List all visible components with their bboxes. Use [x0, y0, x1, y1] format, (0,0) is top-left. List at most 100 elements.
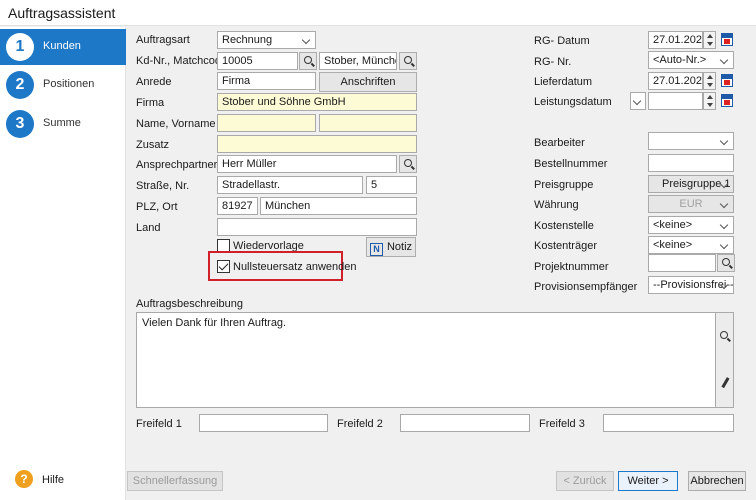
anrede-label: Anrede — [136, 76, 172, 88]
spin-down-icon — [707, 83, 713, 87]
rg-datum-field[interactable]: 27.01.2023 — [648, 31, 703, 49]
back-button[interactable]: < Zurück — [556, 471, 614, 491]
preisgruppe-select[interactable]: Preisgruppe 1 — [648, 175, 734, 193]
leistungsdatum-field[interactable] — [648, 92, 703, 110]
window-title: Auftragsassistent — [8, 5, 116, 21]
help-link[interactable]: Hilfe — [42, 474, 64, 486]
step-summe[interactable]: 3 Summe — [0, 106, 126, 142]
ort-field[interactable]: München — [260, 197, 417, 215]
bestellnummer-field[interactable] — [648, 154, 734, 172]
lieferdatum-field[interactable]: 27.01.2023 — [648, 72, 703, 90]
leistungsdatum-label: Leistungsdatum — [534, 96, 612, 108]
kostenstelle-label: Kostenstelle — [534, 220, 594, 232]
zusatz-field[interactable] — [217, 135, 417, 153]
step-label: Kunden — [43, 40, 81, 52]
next-button[interactable]: Weiter > — [618, 471, 678, 491]
step-kunden[interactable]: 1 Kunden — [0, 29, 126, 65]
spin-up-icon — [707, 95, 713, 99]
schnellerfassung-button[interactable]: Schnellerfassung — [127, 471, 223, 491]
projektnummer-search-button[interactable] — [717, 254, 735, 272]
spin-down-icon — [707, 103, 713, 107]
calendar-icon[interactable] — [720, 72, 734, 88]
step-label: Summe — [43, 117, 81, 129]
land-label: Land — [136, 222, 161, 234]
ansprechpartner-field[interactable]: Herr Müller — [217, 155, 397, 173]
step-number: 2 — [6, 71, 34, 99]
anschriften-button[interactable]: Anschriften — [319, 72, 417, 92]
search-icon — [304, 56, 312, 64]
spin-up-icon — [707, 34, 713, 38]
bestellnummer-label: Bestellnummer — [534, 158, 608, 170]
rg-nr-select[interactable]: <Auto-Nr.> — [648, 51, 734, 69]
firma-field[interactable]: Stober und Söhne GmbH — [217, 93, 417, 111]
strasse-label: Straße, Nr. — [136, 180, 190, 192]
zusatz-label: Zusatz — [136, 139, 170, 151]
waehrung-select[interactable]: EUR — [648, 195, 734, 213]
auftragsart-value: Rechnung — [222, 34, 273, 46]
plz-field[interactable]: 81927 — [217, 197, 258, 215]
lieferdatum-spinner[interactable] — [703, 72, 716, 90]
kostentraeger-select[interactable]: <keine> — [648, 236, 734, 254]
hausnummer-field[interactable]: 5 — [366, 176, 417, 194]
freifeld-3-field[interactable] — [603, 414, 734, 432]
chevron-down-icon — [720, 220, 730, 230]
beschreibung-side-panel — [716, 312, 734, 408]
freifeld-2-label: Freifeld 2 — [337, 418, 383, 430]
leistungsdatum-dropdown[interactable] — [630, 92, 646, 110]
nullsteuersatz-checkbox[interactable] — [217, 260, 230, 273]
matchcode-field[interactable]: Stober, München — [319, 52, 397, 70]
rg-datum-spinner[interactable] — [703, 31, 716, 49]
kostenstelle-value: <keine> — [653, 219, 693, 231]
freifeld-2-field[interactable] — [400, 414, 530, 432]
notiz-button[interactable]: N Notiz — [366, 237, 416, 257]
cancel-button[interactable]: Abbrechen — [688, 471, 746, 491]
vorname-field[interactable] — [319, 114, 417, 132]
land-field[interactable] — [217, 218, 417, 236]
spin-up-icon — [707, 75, 713, 79]
search-icon — [404, 159, 412, 167]
step-number: 3 — [6, 110, 34, 138]
spin-down-icon — [707, 42, 713, 46]
name-label: Name, Vorname — [136, 118, 216, 130]
kostentraeger-value: <keine> — [653, 239, 693, 251]
bearbeiter-select[interactable] — [648, 132, 734, 150]
pencil-icon[interactable] — [719, 377, 731, 389]
wizard-sidebar: 1 Kunden 2 Positionen 3 Summe — [0, 27, 126, 500]
matchcode-search-button[interactable] — [399, 52, 417, 70]
notiz-label: Notiz — [386, 241, 413, 253]
chevron-down-icon — [302, 35, 312, 45]
kostenstelle-select[interactable]: <keine> — [648, 216, 734, 234]
provision-label: Provisionsempfänger — [534, 281, 638, 293]
ansprechpartner-label: Ansprechpartner — [136, 159, 218, 171]
rg-nr-value: <Auto-Nr.> — [653, 54, 707, 66]
beschreibung-label: Auftragsbeschreibung — [136, 298, 244, 310]
beschreibung-textarea[interactable]: Vielen Dank für Ihren Auftrag. — [136, 312, 716, 408]
step-label: Positionen — [43, 78, 95, 90]
leistungsdatum-spinner[interactable] — [703, 92, 716, 110]
step-positionen[interactable]: 2 Positionen — [0, 67, 126, 103]
chevron-down-icon — [720, 179, 730, 189]
strasse-field[interactable]: Stradellastr. — [217, 176, 363, 194]
kostentraeger-label: Kostenträger — [534, 240, 597, 252]
freifeld-3-label: Freifeld 3 — [539, 418, 585, 430]
anrede-field[interactable]: Firma — [217, 72, 316, 90]
name-field[interactable] — [217, 114, 316, 132]
kdnr-field[interactable]: 10005 — [217, 52, 298, 70]
plz-ort-label: PLZ, Ort — [136, 201, 178, 213]
search-icon — [404, 56, 412, 64]
auftragsart-select[interactable]: Rechnung — [217, 31, 316, 49]
provision-select[interactable]: --Provisionsfrei-- — [648, 276, 734, 294]
calendar-icon[interactable] — [720, 92, 734, 108]
search-icon[interactable] — [718, 329, 732, 343]
search-icon — [722, 258, 730, 266]
calendar-icon[interactable] — [720, 31, 734, 47]
bearbeiter-label: Bearbeiter — [534, 137, 585, 149]
waehrung-value: EUR — [679, 198, 703, 210]
chevron-down-icon — [720, 55, 730, 65]
ansprechpartner-search-button[interactable] — [399, 155, 417, 173]
projektnummer-field[interactable] — [648, 254, 716, 272]
firma-label: Firma — [136, 97, 165, 109]
help-icon[interactable]: ? — [15, 470, 33, 488]
freifeld-1-field[interactable] — [199, 414, 328, 432]
kdnr-search-button[interactable] — [299, 52, 317, 70]
